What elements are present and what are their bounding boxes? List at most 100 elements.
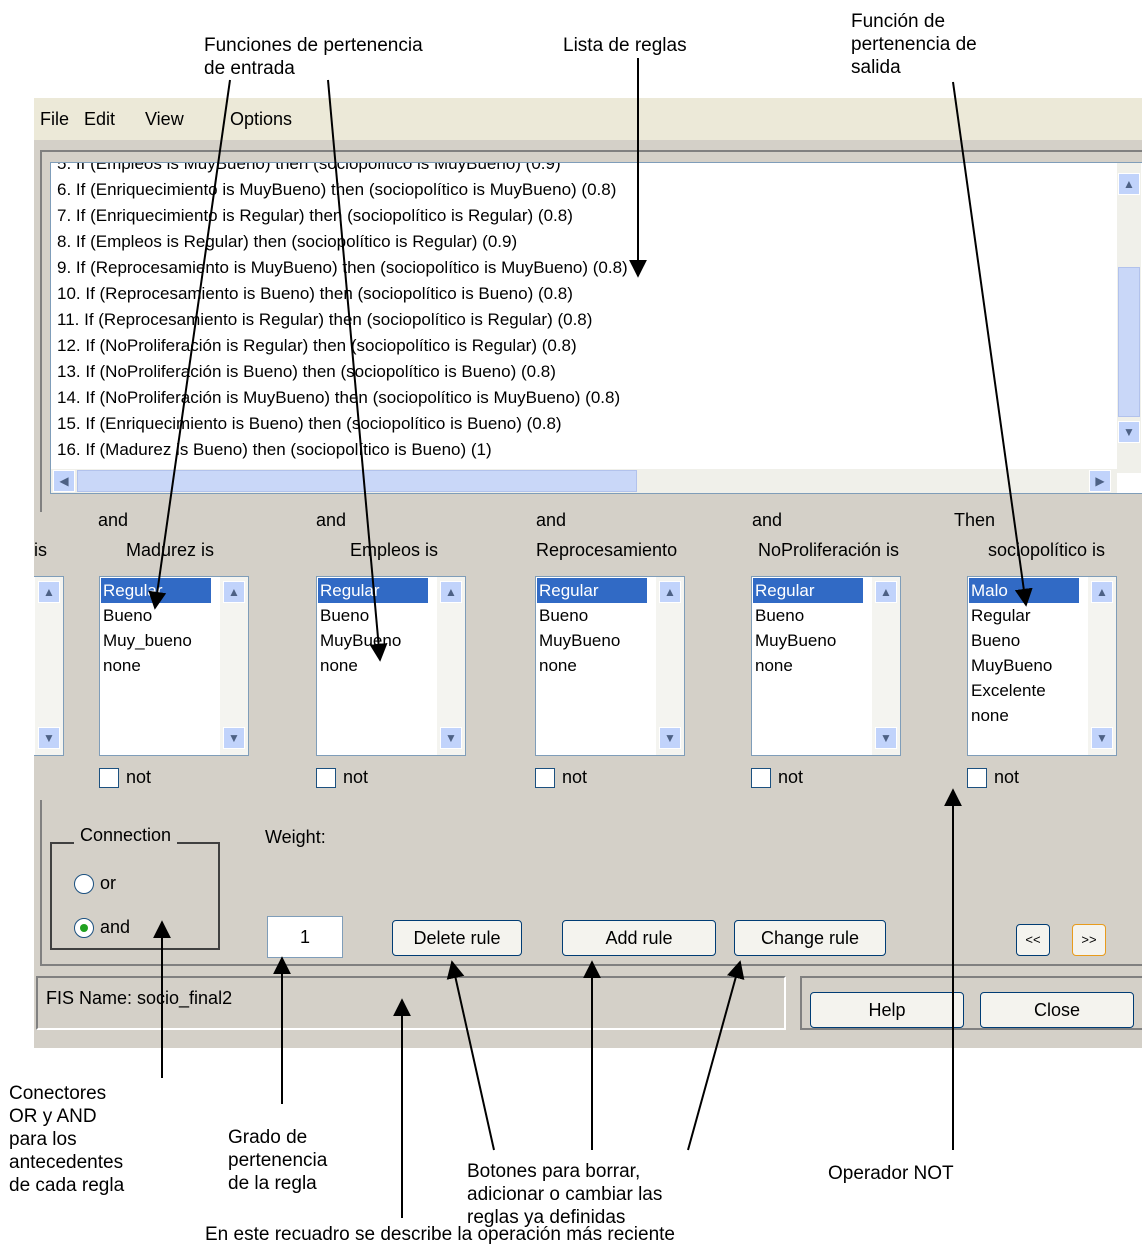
list-item[interactable]: Malo xyxy=(969,578,1079,603)
scroll-down-icon[interactable]: ▼ xyxy=(659,727,681,749)
annotation-line: pertenencia de xyxy=(851,34,977,55)
listbox-empleos[interactable]: Regular Bueno MuyBueno none ▲ ▼ xyxy=(316,576,466,756)
listbox-reprocesamiento[interactable]: Regular Bueno MuyBueno none ▲ ▼ xyxy=(535,576,685,756)
rule-list[interactable]: 5. If (Empleos is MuyBueno) then (sociop… xyxy=(50,162,1142,494)
listbox-noproliferacion[interactable]: Regular Bueno MuyBueno none ▲ ▼ xyxy=(751,576,901,756)
scroll-thumb[interactable] xyxy=(77,470,637,492)
list-item[interactable]: MuyBueno xyxy=(318,628,428,653)
annotation-not-operator: Operador NOT xyxy=(828,1163,954,1184)
connector-label: and xyxy=(316,510,347,530)
scroll-down-icon[interactable]: ▼ xyxy=(223,727,245,749)
rule-item[interactable]: 7. If (Enriquecimiento is Regular) then … xyxy=(57,206,573,226)
list-item[interactable]: Bueno xyxy=(101,603,211,628)
list-item[interactable]: Regular xyxy=(969,603,1079,628)
listbox-scrollbar[interactable]: ▲ ▼ xyxy=(35,577,63,755)
list-item[interactable]: none xyxy=(537,653,647,678)
previous-button[interactable]: << xyxy=(1016,924,1050,956)
list-item[interactable]: Regular xyxy=(753,578,863,603)
list-item[interactable]: Bueno xyxy=(969,628,1079,653)
list-item[interactable]: Bueno xyxy=(753,603,863,628)
menu-options[interactable]: Options xyxy=(230,109,292,130)
rule-item[interactable]: 14. If (NoProliferación is MuyBueno) the… xyxy=(57,388,620,408)
help-button[interactable]: Help xyxy=(810,992,964,1028)
scroll-down-icon[interactable]: ▼ xyxy=(1118,421,1140,443)
menu-view[interactable]: View xyxy=(145,109,184,130)
list-item[interactable]: MuyBueno xyxy=(537,628,647,653)
and-radio[interactable] xyxy=(74,918,94,938)
not-label: not xyxy=(994,767,1020,787)
not-checkbox-madurez[interactable] xyxy=(99,768,119,788)
list-item[interactable]: Muy_bueno xyxy=(101,628,211,653)
scroll-up-icon[interactable]: ▲ xyxy=(223,581,245,603)
close-button[interactable]: Close xyxy=(980,992,1134,1028)
add-rule-button[interactable]: Add rule xyxy=(562,920,716,956)
weight-input[interactable]: 1 xyxy=(267,916,343,958)
not-checkbox-reprocesamiento[interactable] xyxy=(535,768,555,788)
rule-item[interactable]: 10. If (Reprocesamiento is Bueno) then (… xyxy=(57,284,573,304)
status-text: FIS Name: socio_final2 xyxy=(46,988,233,1008)
listbox-scrollbar[interactable]: ▲ ▼ xyxy=(1088,577,1116,755)
scroll-down-icon[interactable]: ▼ xyxy=(38,727,60,749)
scroll-right-icon[interactable]: ▶ xyxy=(1089,470,1111,492)
menu-file[interactable]: File xyxy=(40,109,69,130)
listbox-sociopolitico[interactable]: Malo Regular Bueno MuyBueno Excelente no… xyxy=(967,576,1117,756)
scroll-up-icon[interactable]: ▲ xyxy=(1091,581,1113,603)
scroll-left-icon[interactable]: ◀ xyxy=(53,470,75,492)
list-item[interactable]: Bueno xyxy=(537,603,647,628)
list-item[interactable]: none xyxy=(318,653,428,678)
connector-label: and xyxy=(536,510,567,530)
rule-list-horizontal-scrollbar[interactable]: ◀ ▶ xyxy=(51,469,1117,493)
rule-item[interactable]: 5. If (Empleos is MuyBueno) then (sociop… xyxy=(57,163,561,174)
annotation-status: En este recuadro se describe la operació… xyxy=(205,1224,675,1245)
listbox-scrollbar[interactable]: ▲ ▼ xyxy=(656,577,684,755)
not-checkbox-empleos[interactable] xyxy=(316,768,336,788)
list-item[interactable]: none xyxy=(101,653,211,678)
listbox-scrollbar[interactable]: ▲ ▼ xyxy=(437,577,465,755)
annotation-line: Grado de xyxy=(228,1127,308,1148)
menu-edit[interactable]: Edit xyxy=(84,109,115,130)
list-item[interactable]: Bueno xyxy=(318,603,428,628)
not-checkbox-sociopolitico[interactable] xyxy=(967,768,987,788)
list-item[interactable]: none xyxy=(969,703,1079,728)
scroll-up-icon[interactable]: ▲ xyxy=(875,581,897,603)
rule-item[interactable]: 12. If (NoProliferación is Regular) then… xyxy=(57,336,577,356)
rule-item[interactable]: 9. If (Reprocesamiento is MuyBueno) then… xyxy=(57,258,628,278)
scroll-up-icon[interactable]: ▲ xyxy=(659,581,681,603)
listbox-partial[interactable]: ▲ ▼ xyxy=(34,576,64,756)
scroll-down-icon[interactable]: ▼ xyxy=(1091,727,1113,749)
scroll-up-icon[interactable]: ▲ xyxy=(1118,173,1140,195)
listbox-madurez[interactable]: Regular Bueno Muy_bueno none ▲ ▼ xyxy=(99,576,249,756)
rule-item[interactable]: 15. If (Enriquecimiento is Bueno) then (… xyxy=(57,414,562,434)
scroll-down-icon[interactable]: ▼ xyxy=(875,727,897,749)
lower-frame-line xyxy=(40,800,42,964)
scroll-up-icon[interactable]: ▲ xyxy=(38,581,60,603)
rule-item[interactable]: 8. If (Empleos is Regular) then (sociopo… xyxy=(57,232,517,252)
rule-item[interactable]: 11. If (Reprocesamiento is Regular) then… xyxy=(57,310,592,330)
delete-rule-button[interactable]: Delete rule xyxy=(392,920,522,956)
rule-item[interactable]: 6. If (Enriquecimiento is MuyBueno) then… xyxy=(57,180,616,200)
rule-list-vertical-scrollbar[interactable]: ▲ ▼ xyxy=(1117,163,1141,473)
change-rule-button[interactable]: Change rule xyxy=(734,920,886,956)
rule-item[interactable]: 16. If (Madurez is Bueno) then (sociopol… xyxy=(57,440,492,460)
list-item[interactable]: Regular xyxy=(537,578,647,603)
list-item[interactable]: Excelente xyxy=(969,678,1079,703)
not-label: not xyxy=(126,767,152,787)
list-item[interactable]: MuyBueno xyxy=(969,653,1079,678)
listbox-scrollbar[interactable]: ▲ ▼ xyxy=(872,577,900,755)
list-item[interactable]: MuyBueno xyxy=(753,628,863,653)
listbox-scrollbar[interactable]: ▲ ▼ xyxy=(220,577,248,755)
list-item[interactable]: none xyxy=(753,653,863,678)
scroll-thumb[interactable] xyxy=(1118,267,1140,417)
list-item[interactable]: Regular xyxy=(318,578,428,603)
not-label: not xyxy=(778,767,804,787)
or-radio[interactable] xyxy=(74,874,94,894)
not-checkbox-noproliferacion[interactable] xyxy=(751,768,771,788)
rule-item[interactable]: 13. If (NoProliferación is Bueno) then (… xyxy=(57,362,556,382)
scroll-up-icon[interactable]: ▲ xyxy=(440,581,462,603)
connection-title: Connection xyxy=(74,825,178,846)
annotation-line: Funciones de pertenencia xyxy=(204,35,423,56)
next-button[interactable]: >> xyxy=(1072,924,1106,956)
list-item[interactable]: Regular xyxy=(101,578,211,603)
scroll-down-icon[interactable]: ▼ xyxy=(440,727,462,749)
not-label: not xyxy=(343,767,369,787)
